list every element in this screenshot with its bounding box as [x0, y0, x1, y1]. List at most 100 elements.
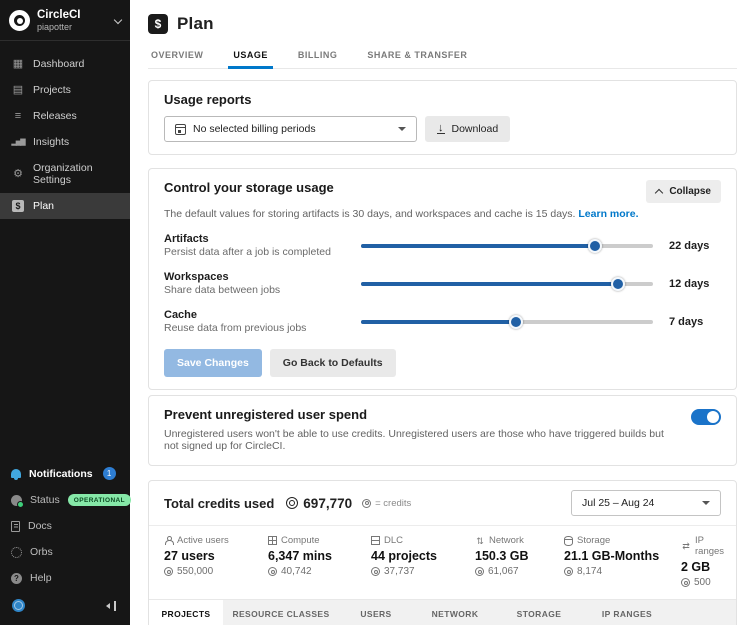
credits-total: 697,770 — [303, 495, 353, 511]
dlc-icon — [371, 536, 380, 545]
download-button[interactable]: Download — [425, 116, 511, 142]
stat-value: 44 projects — [371, 549, 438, 563]
sidebar-item-help[interactable]: Help — [0, 565, 130, 591]
sidebar-item-label: Insights — [33, 136, 70, 149]
sidebar-item-projects[interactable]: ▤ Projects — [0, 77, 130, 103]
table-tab-projects[interactable]: PROJECTS — [149, 600, 223, 625]
workspaces-slider-row: Workspaces Share data between jobs 12 da… — [164, 271, 721, 296]
notifications-count-badge: 1 — [102, 467, 116, 480]
credits-stats: Active users 27 users 550,000 Compute 6,… — [149, 526, 736, 599]
stat-label: Compute — [281, 535, 320, 546]
usage-reports-card: Usage reports No selected billing period… — [148, 80, 737, 155]
table-tab-storage[interactable]: STORAGE — [497, 600, 581, 625]
stat-dlc: DLC 44 projects 37,737 — [371, 535, 471, 588]
sidebar-footer — [0, 591, 130, 621]
stat-value: 150.3 GB — [475, 549, 529, 563]
sidebar-nav: ▦ Dashboard ▤ Projects ≡ Releases ▂▅▇ In… — [0, 51, 130, 220]
stat-value: 27 users — [164, 549, 215, 563]
storage-title: Control your storage usage — [164, 180, 334, 195]
storage-usage-card: Control your storage usage Collapse The … — [148, 168, 737, 390]
credits-legend-text: = credits — [375, 497, 412, 509]
credits-icon — [475, 567, 484, 576]
go-back-to-defaults-button[interactable]: Go Back to Defaults — [269, 349, 396, 377]
org-user: piapotter — [37, 22, 73, 33]
credits-icon — [564, 567, 573, 576]
sidebar-item-docs[interactable]: Docs — [0, 513, 130, 539]
sidebar-item-plan[interactable]: Plan — [0, 193, 130, 220]
table-tab-network[interactable]: NETWORK — [413, 600, 497, 625]
prevent-spend-toggle[interactable] — [691, 409, 721, 425]
table-tab-resource-classes[interactable]: RESOURCE CLASSES — [223, 600, 339, 625]
credits-card: Total credits used 697,770 = credits Jul… — [148, 480, 737, 625]
gear-icon: ⚙ — [13, 167, 23, 180]
docs-label: Docs — [28, 520, 52, 532]
table-tab-ip-ranges[interactable]: IP RANGES — [581, 600, 673, 625]
collapse-button[interactable]: Collapse — [646, 180, 721, 203]
date-range-value: Jul 25 – Aug 24 — [582, 497, 655, 509]
cache-slider[interactable] — [361, 314, 653, 329]
stat-network: ⇅ Network 150.3 GB 61,067 — [475, 535, 560, 588]
credits-header: Total credits used 697,770 = credits Jul… — [149, 481, 736, 526]
sidebar-item-dashboard[interactable]: ▦ Dashboard — [0, 51, 130, 77]
org-name: CircleCI — [37, 9, 81, 21]
circleci-logo-icon — [9, 10, 30, 32]
bell-icon — [11, 469, 21, 480]
prevent-spend-title: Prevent unregistered user spend — [164, 407, 368, 422]
stat-value: 2 GB — [681, 560, 711, 574]
sidebar-bottom: Notifications 1 Status OPERATIONAL Docs … — [0, 460, 132, 625]
tab-billing[interactable]: BILLING — [297, 46, 339, 68]
date-range-select[interactable]: Jul 25 – Aug 24 — [571, 490, 721, 516]
org-switcher[interactable]: CircleCI piapotter — [0, 0, 130, 42]
sidebar-item-label: Projects — [33, 84, 71, 97]
collapse-label: Collapse — [669, 186, 711, 197]
caret-down-icon — [398, 127, 406, 131]
collapse-sidebar-icon[interactable] — [106, 600, 118, 612]
sidebar-item-insights[interactable]: ▂▅▇ Insights — [0, 129, 130, 155]
sidebar-item-status[interactable]: Status OPERATIONAL — [0, 487, 132, 513]
sidebar-item-notifications[interactable]: Notifications 1 — [0, 460, 130, 487]
sidebar-item-label: Plan — [33, 200, 55, 213]
slider-thumb[interactable] — [610, 276, 625, 291]
stat-label: Active users — [177, 535, 229, 546]
stat-value: 21.1 GB-Months — [564, 549, 660, 563]
sidebar-item-orbs[interactable]: Orbs — [0, 539, 130, 565]
sidebar-item-label: Organization Settings — [33, 162, 93, 187]
sidebar: CircleCI piapotter ▦ Dashboard ▤ Project… — [0, 0, 132, 625]
slider-thumb[interactable] — [587, 238, 602, 253]
stat-ip-ranges: ⇄ IP ranges 2 GB 500 — [681, 535, 724, 588]
workspaces-description: Share data between jobs — [164, 284, 281, 296]
status-icon — [11, 494, 24, 508]
stat-label: Network — [489, 535, 524, 546]
slider-thumb[interactable] — [508, 314, 523, 329]
artifacts-slider[interactable] — [361, 238, 653, 253]
sidebar-item-releases[interactable]: ≡ Releases — [0, 103, 130, 129]
storage-description-text: The default values for storing artifacts… — [164, 208, 576, 220]
help-label: Help — [30, 572, 52, 584]
usage-reports-title: Usage reports — [164, 92, 252, 107]
plan-dollar-icon — [148, 14, 168, 34]
cache-label: Cache — [164, 309, 198, 321]
help-icon — [11, 572, 22, 584]
sidebar-item-organization-settings[interactable]: ⚙ Organization Settings — [0, 155, 130, 193]
credits-icon — [164, 567, 173, 576]
tab-overview[interactable]: OVERVIEW — [150, 46, 204, 68]
workspaces-value: 12 days — [669, 277, 710, 290]
learn-more-link[interactable]: Learn more. — [578, 208, 638, 220]
stat-credits: 40,742 — [281, 566, 312, 577]
chevron-down-icon — [113, 15, 123, 24]
globe-icon[interactable] — [12, 599, 25, 612]
workspaces-slider[interactable] — [361, 276, 653, 291]
slider-fill — [361, 243, 595, 248]
table-tab-users[interactable]: USERS — [339, 600, 413, 625]
billing-period-select[interactable]: No selected billing periods — [164, 116, 417, 142]
orbs-icon — [11, 546, 22, 558]
ip-ranges-icon: ⇄ — [682, 541, 690, 551]
dashboard-icon: ▦ — [12, 57, 24, 70]
tab-usage[interactable]: USAGE — [228, 46, 273, 69]
notifications-label: Notifications — [29, 467, 93, 480]
status-label: Status — [30, 494, 60, 506]
tab-share-transfer[interactable]: SHARE & TRANSFER — [366, 46, 468, 68]
save-changes-button[interactable]: Save Changes — [164, 349, 262, 377]
cache-description: Reuse data from previous jobs — [164, 322, 307, 334]
credits-icon — [362, 498, 372, 508]
